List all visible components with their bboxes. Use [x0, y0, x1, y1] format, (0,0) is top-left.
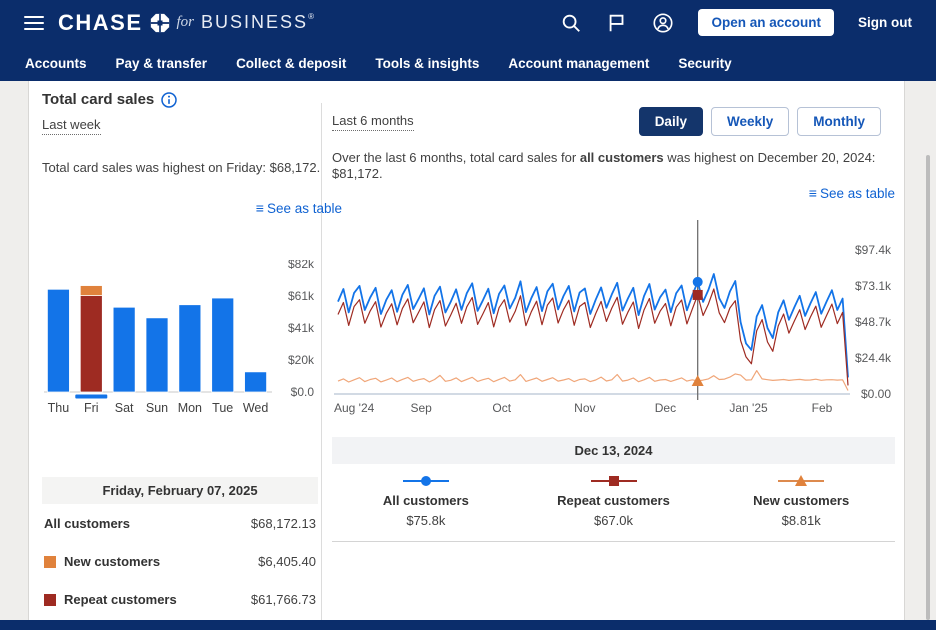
svg-text:$41k: $41k: [288, 321, 315, 335]
info-icon[interactable]: [161, 92, 177, 108]
chase-for-business-logo[interactable]: CHASE for BUSINESS®: [58, 10, 316, 36]
chart-legend: All customers $75.8k Repeat customers $67.0…: [332, 474, 895, 528]
legend-label: All customers: [383, 493, 469, 508]
open-account-button[interactable]: Open an account: [698, 9, 834, 36]
square-marker-icon: [591, 474, 637, 488]
svg-text:Nov: Nov: [574, 401, 595, 415]
svg-text:Mon: Mon: [178, 401, 202, 415]
legend-item-new-customers: New customers $8.81k: [707, 474, 895, 528]
primary-nav: Accounts Pay & transfer Collect & deposit T…: [0, 45, 936, 81]
svg-text:$82k: $82k: [288, 260, 315, 271]
svg-text:Oct: Oct: [492, 401, 511, 415]
profile-icon[interactable]: [652, 12, 674, 34]
granularity-weekly-button[interactable]: Weekly: [711, 107, 789, 136]
svg-text:Jan '25: Jan '25: [729, 401, 768, 415]
granularity-buttons: Daily Weekly Monthly: [639, 107, 881, 136]
row-label: All customers: [44, 516, 130, 531]
svg-text:Sat: Sat: [115, 401, 134, 415]
svg-text:$97.4k: $97.4k: [855, 243, 892, 257]
row-value: $6,405.40: [258, 554, 316, 569]
circle-marker-icon: [403, 474, 449, 488]
day-breakdown-table: Friday, February 07, 2025 All customers $…: [42, 477, 318, 618]
right-summary-text: Over the last 6 months, total card sales…: [332, 150, 895, 182]
legend-label: Repeat customers: [557, 493, 670, 508]
svg-text:$61k: $61k: [288, 289, 315, 303]
svg-text:$24.4k: $24.4k: [855, 351, 892, 365]
sign-out-link[interactable]: Sign out: [858, 15, 912, 30]
breakdown-date-header: Friday, February 07, 2025: [42, 477, 318, 504]
brand-business-text: BUSINESS®: [201, 12, 316, 33]
granularity-daily-button[interactable]: Daily: [639, 107, 703, 136]
see-as-table-link-right[interactable]: ≡See as table: [809, 186, 895, 201]
legend-item-all-customers: All customers $75.8k: [332, 474, 520, 528]
legend-value: $75.8k: [406, 513, 445, 528]
triangle-marker-icon: [778, 474, 824, 488]
total-card-sales-panel: Total card sales Last week Total card sa…: [28, 81, 905, 620]
svg-text:Sun: Sun: [146, 401, 168, 415]
table-row: All customers $68,172.13: [42, 504, 318, 542]
legend-divider: [332, 541, 895, 542]
nav-item-collect-deposit[interactable]: Collect & deposit: [236, 56, 346, 71]
header-actions: Open an account Sign out: [560, 9, 912, 36]
left-summary-text: Total card sales was highest on Friday: …: [42, 160, 342, 176]
svg-text:$0.00: $0.00: [861, 387, 891, 401]
header-utility-row: CHASE for BUSINESS® Open an account Sign…: [0, 0, 936, 45]
footer-edge: [0, 620, 936, 630]
last-six-months-section: Last 6 months Daily Weekly Monthly Over th…: [332, 107, 895, 542]
legend-swatch: [44, 594, 56, 606]
day-breakdown-rows: All customers $68,172.13 New customers $6,4…: [42, 504, 318, 618]
svg-text:Tue: Tue: [212, 401, 233, 415]
top-header: CHASE for BUSINESS® Open an account Sign…: [0, 0, 936, 81]
svg-text:Feb: Feb: [812, 401, 833, 415]
cursor-marker-all: [693, 277, 703, 287]
legend-swatch: [44, 556, 56, 568]
chart-cursor-date: Dec 13, 2024: [332, 437, 895, 464]
svg-text:Aug '24: Aug '24: [334, 401, 375, 415]
brand-chase-text: CHASE: [58, 10, 143, 36]
page-title: Total card sales: [42, 91, 154, 108]
brand-for-text: for: [177, 14, 195, 31]
range-label-last-6-months[interactable]: Last 6 months: [332, 113, 414, 131]
flag-icon[interactable]: [606, 12, 628, 34]
svg-text:Thu: Thu: [48, 401, 70, 415]
search-icon[interactable]: [560, 12, 582, 34]
svg-text:$0.0: $0.0: [291, 385, 315, 399]
cursor-marker-repeat: [693, 290, 703, 300]
svg-text:$73.1k: $73.1k: [855, 279, 892, 293]
svg-text:$48.7k: $48.7k: [855, 315, 892, 329]
see-as-table-link-left[interactable]: ≡See as table: [256, 201, 342, 216]
table-row: Repeat customers $61,766.73: [42, 580, 318, 618]
list-icon: ≡: [809, 185, 817, 201]
legend-label: New customers: [753, 493, 849, 508]
svg-text:$20k: $20k: [288, 353, 315, 367]
nav-item-security[interactable]: Security: [678, 56, 731, 71]
row-value: $61,766.73: [251, 592, 316, 607]
legend-value: $8.81k: [782, 513, 821, 528]
legend-item-repeat-customers: Repeat customers $67.0k: [520, 474, 708, 528]
weekly-bar-chart[interactable]: $0.0 $20k $41k $61k $82k Thu Fri Sat Sun Mon Tue We…: [42, 260, 318, 422]
last-week-section: Total card sales Last week Total card sa…: [42, 91, 342, 618]
svg-text:Wed: Wed: [243, 401, 269, 415]
svg-text:Sep: Sep: [410, 401, 432, 415]
granularity-monthly-button[interactable]: Monthly: [797, 107, 881, 136]
list-icon: ≡: [256, 200, 264, 216]
legend-value: $67.0k: [594, 513, 633, 528]
page-scrollbar[interactable]: [926, 155, 930, 620]
table-row: New customers $6,405.40: [42, 542, 318, 580]
row-label: New customers: [64, 554, 160, 569]
nav-item-pay-transfer[interactable]: Pay & transfer: [116, 56, 208, 71]
six-month-line-chart[interactable]: $0.00 $24.4k $48.7k $73.1k $97.4k Aug '24 Sep O…: [332, 214, 895, 419]
chase-octagon-icon: [150, 13, 170, 33]
row-label: Repeat customers: [64, 592, 177, 607]
svg-text:Fri: Fri: [84, 401, 99, 415]
range-label-last-week[interactable]: Last week: [42, 117, 101, 135]
row-value: $68,172.13: [251, 516, 316, 531]
nav-item-tools-insights[interactable]: Tools & insights: [375, 56, 479, 71]
nav-item-account-management[interactable]: Account management: [508, 56, 649, 71]
svg-text:Dec: Dec: [655, 401, 676, 415]
hamburger-menu-icon[interactable]: [24, 16, 44, 30]
nav-item-accounts[interactable]: Accounts: [25, 56, 87, 71]
